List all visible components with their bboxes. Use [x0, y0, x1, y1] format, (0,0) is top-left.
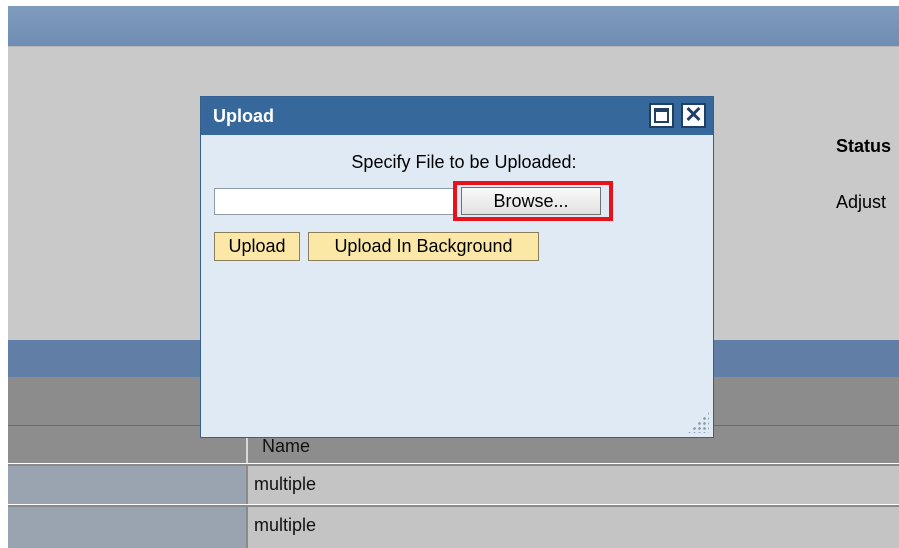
close-icon: ✕ [684, 102, 703, 127]
upload-button[interactable]: Upload [214, 232, 300, 261]
name-cell: multiple [254, 515, 317, 535]
browse-button[interactable]: Browse... [461, 187, 601, 215]
upload-in-background-button[interactable]: Upload In Background [308, 232, 539, 261]
adjust-text: Adjust [836, 192, 887, 212]
maximize-icon [654, 108, 669, 123]
specify-file-label: Specify File to be Uploaded: [351, 152, 577, 172]
dialog-title-bar[interactable]: Upload ✕ [201, 97, 713, 135]
page: Status Adjust Name multiple multiple Upl… [0, 0, 899, 548]
resize-grip-icon[interactable] [687, 411, 709, 433]
file-path-input[interactable] [214, 188, 457, 215]
dialog-title: Upload [213, 106, 274, 126]
close-button[interactable]: ✕ [681, 102, 706, 128]
name-cell: multiple [254, 474, 317, 494]
top-header-bar [8, 6, 899, 46]
maximize-button[interactable] [649, 103, 674, 128]
row-selector[interactable] [8, 466, 248, 504]
table-row[interactable]: multiple [8, 505, 899, 548]
column-header-name[interactable]: Name [262, 436, 310, 457]
row-selector[interactable] [8, 507, 248, 548]
status-label: Status [836, 136, 892, 156]
upload-dialog: Upload ✕ Specify File to be Uploaded: Br… [200, 96, 714, 438]
table-row[interactable]: multiple [8, 464, 899, 504]
